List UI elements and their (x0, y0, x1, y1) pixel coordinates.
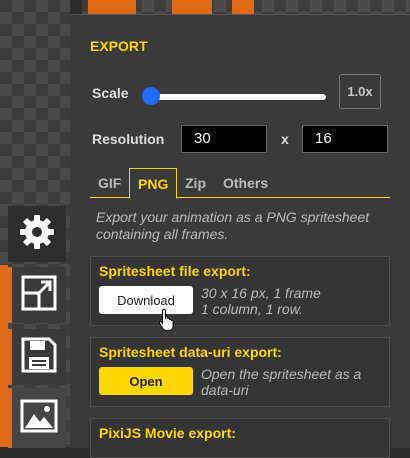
resolution-label: Resolution (92, 131, 165, 147)
download-button[interactable]: Download (99, 286, 193, 314)
resolution-width-input[interactable]: 30 (181, 125, 267, 153)
export-tool-button[interactable] (8, 388, 66, 448)
hand-pointer-cursor-icon (158, 308, 176, 337)
data-uri-info: Open the spritesheet as a data-uri (201, 366, 362, 398)
floppy-disk-icon (19, 335, 59, 380)
resolution-separator: x (281, 131, 289, 147)
settings-tool-button[interactable] (8, 206, 66, 262)
section-title: Spritesheet file export: (99, 263, 251, 279)
spritesheet-size-info: 30 x 16 px, 1 frame (201, 285, 321, 301)
scale-slider-handle[interactable] (142, 87, 160, 105)
panel-title: EXPORT (90, 38, 148, 54)
save-tool-button[interactable] (8, 329, 66, 385)
export-settings-panel: EXPORT Scale 1.0x Resolution 30 x 16 GIF… (70, 14, 410, 458)
png-export-description: Export your animation as a PNG spriteshe… (96, 209, 370, 242)
scale-label: Scale (92, 85, 129, 101)
image-export-icon (19, 396, 59, 441)
tab-zip[interactable]: Zip (177, 168, 214, 198)
spritesheet-layout-info: 1 column, 1 row. (201, 301, 303, 317)
tools-accent-strip (0, 265, 8, 447)
canvas-preview-strip (82, 0, 410, 14)
spritesheet-file-export-section: Spritesheet file export: Download 30 x 1… (90, 256, 390, 326)
spritesheet-info: 30 x 16 px, 1 frame 1 column, 1 row. (201, 285, 381, 317)
pixijs-movie-export-section: PixiJS Movie export: (90, 418, 390, 458)
tab-others[interactable]: Others (215, 168, 276, 198)
export-format-tabs: GIF PNG Zip Others (90, 168, 410, 199)
scale-value-button[interactable]: 1.0x (339, 74, 381, 109)
resize-tool-button[interactable] (8, 267, 66, 323)
section-title: PixiJS Movie export: (99, 425, 236, 441)
resize-icon (19, 273, 59, 318)
spritesheet-data-uri-section: Spritesheet data-uri export: Open Open t… (90, 337, 390, 407)
open-data-uri-button[interactable]: Open (99, 367, 193, 395)
tab-gif[interactable]: GIF (90, 168, 129, 198)
resolution-height-input[interactable]: 16 (302, 125, 388, 153)
scale-slider-track[interactable] (152, 94, 326, 100)
section-title: Spritesheet data-uri export: (99, 344, 282, 360)
tab-png[interactable]: PNG (129, 168, 178, 199)
gear-icon (17, 212, 57, 257)
